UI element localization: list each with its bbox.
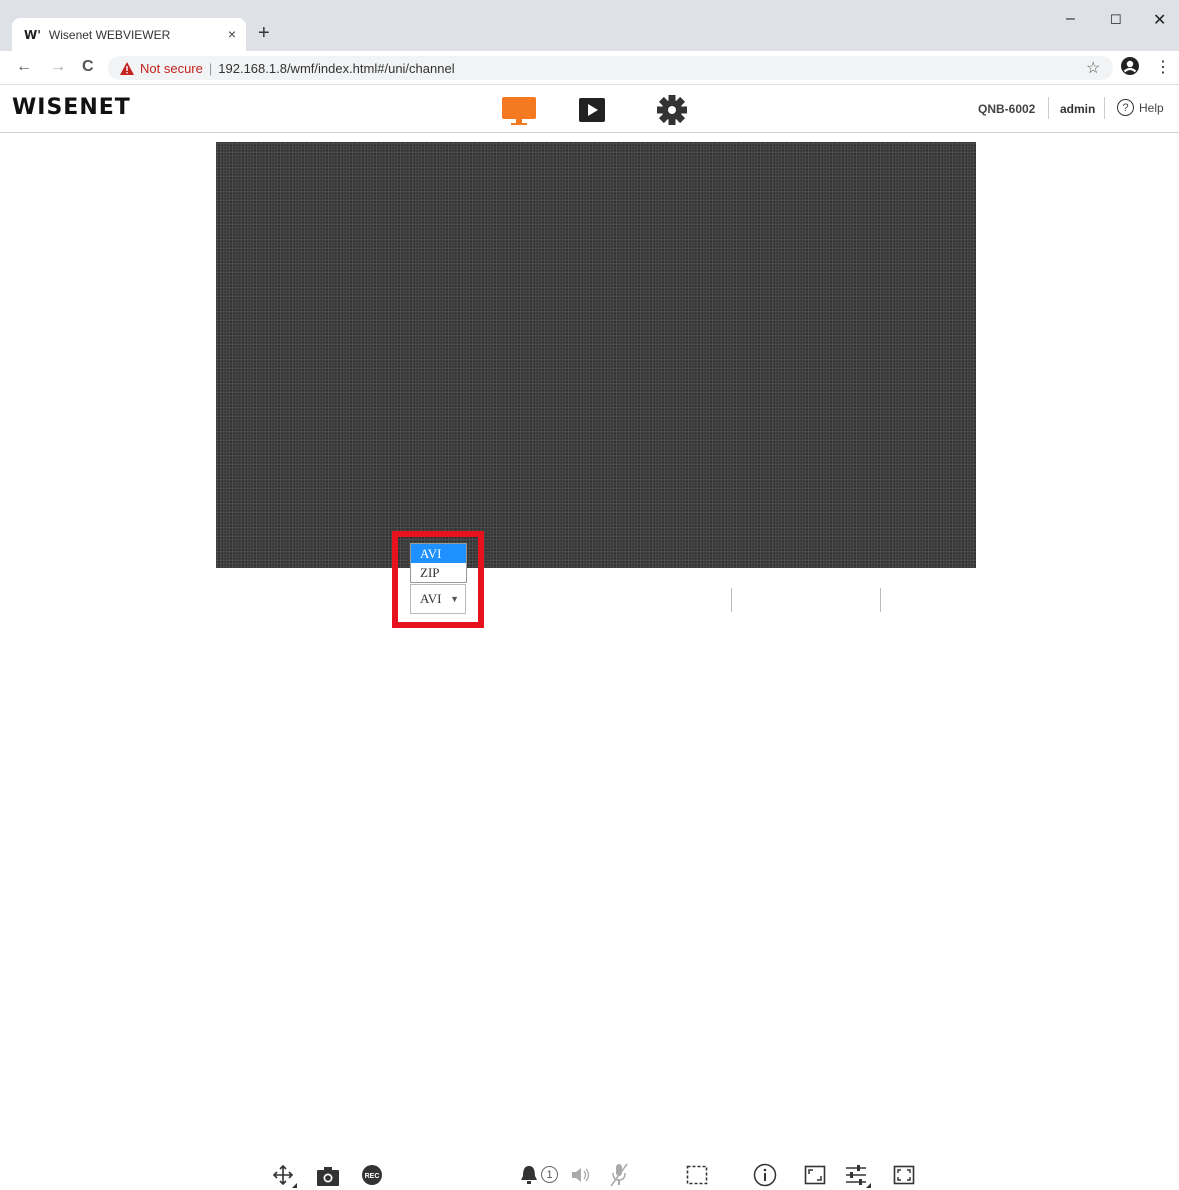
toolbar-divider bbox=[731, 588, 732, 612]
area-select-icon[interactable] bbox=[686, 1165, 708, 1185]
ptz-move-icon[interactable] bbox=[272, 1164, 298, 1190]
warning-icon bbox=[120, 61, 134, 75]
info-icon[interactable] bbox=[753, 1163, 777, 1187]
browser-tab-strip: W' Wisenet WEBVIEWER × + – ☐ ✕ bbox=[0, 0, 1179, 51]
forward-button[interactable]: → bbox=[50, 58, 66, 76]
address-bar: ← → C Not secure | 192.168.1.8/wmf/index… bbox=[0, 51, 1179, 85]
alarm-count-badge: 1 bbox=[541, 1166, 558, 1183]
monitor-icon[interactable] bbox=[501, 93, 537, 127]
camera-snapshot-icon[interactable] bbox=[316, 1165, 340, 1187]
help-button[interactable]: ? Help bbox=[1117, 99, 1164, 116]
brand-logo: WISENET bbox=[12, 95, 131, 120]
camera-model: QNB-6002 bbox=[978, 102, 1036, 116]
alarm-bell-icon[interactable] bbox=[520, 1164, 538, 1186]
bookmark-star-icon[interactable]: ☆ bbox=[1086, 58, 1100, 78]
account-icon[interactable] bbox=[1120, 56, 1140, 76]
help-label: Help bbox=[1139, 100, 1164, 115]
app-header: WISENET QNB-6002 admin ? Help bbox=[0, 86, 1179, 133]
url-text[interactable]: 192.168.1.8/wmf/index.html#/uni/channel bbox=[218, 61, 454, 76]
not-secure-label[interactable]: Not secure bbox=[140, 61, 203, 76]
play-icon[interactable] bbox=[578, 93, 608, 127]
minimize-button[interactable]: – bbox=[1066, 10, 1075, 28]
wisenet-favicon: W' bbox=[24, 27, 41, 42]
back-button[interactable]: ← bbox=[16, 58, 32, 76]
url-separator: | bbox=[208, 60, 213, 76]
tab-close-icon[interactable]: × bbox=[228, 26, 236, 42]
adjust-settings-icon[interactable] bbox=[844, 1163, 872, 1189]
help-icon: ? bbox=[1117, 99, 1134, 116]
close-window-button[interactable]: ✕ bbox=[1153, 10, 1166, 30]
browser-menu-icon[interactable]: ⋮ bbox=[1155, 57, 1171, 77]
rec-icon[interactable]: REC bbox=[361, 1164, 383, 1186]
speaker-icon[interactable] bbox=[570, 1166, 592, 1184]
fullscreen-icon[interactable] bbox=[893, 1165, 915, 1185]
highlight-box bbox=[392, 531, 484, 628]
live-video-view[interactable] bbox=[216, 142, 976, 568]
reload-button[interactable]: C bbox=[82, 58, 94, 76]
tab-title: Wisenet WEBVIEWER bbox=[48, 27, 171, 42]
url-field[interactable]: Not secure | 192.168.1.8/wmf/index.html#… bbox=[108, 56, 1113, 80]
gear-icon[interactable] bbox=[655, 93, 689, 127]
aspect-ratio-icon[interactable] bbox=[804, 1165, 826, 1185]
browser-tab[interactable]: W' Wisenet WEBVIEWER × bbox=[12, 18, 246, 51]
maximize-button[interactable]: ☐ bbox=[1110, 12, 1122, 28]
new-tab-button[interactable]: + bbox=[258, 22, 270, 45]
toolbar-divider bbox=[880, 588, 881, 612]
video-toolbar: REC 1 bbox=[0, 576, 1179, 1188]
rec-label: REC bbox=[365, 1173, 380, 1180]
microphone-muted-icon[interactable] bbox=[609, 1162, 629, 1188]
user-name[interactable]: admin bbox=[1060, 102, 1095, 116]
header-divider bbox=[1048, 97, 1049, 119]
header-divider bbox=[1104, 97, 1105, 119]
